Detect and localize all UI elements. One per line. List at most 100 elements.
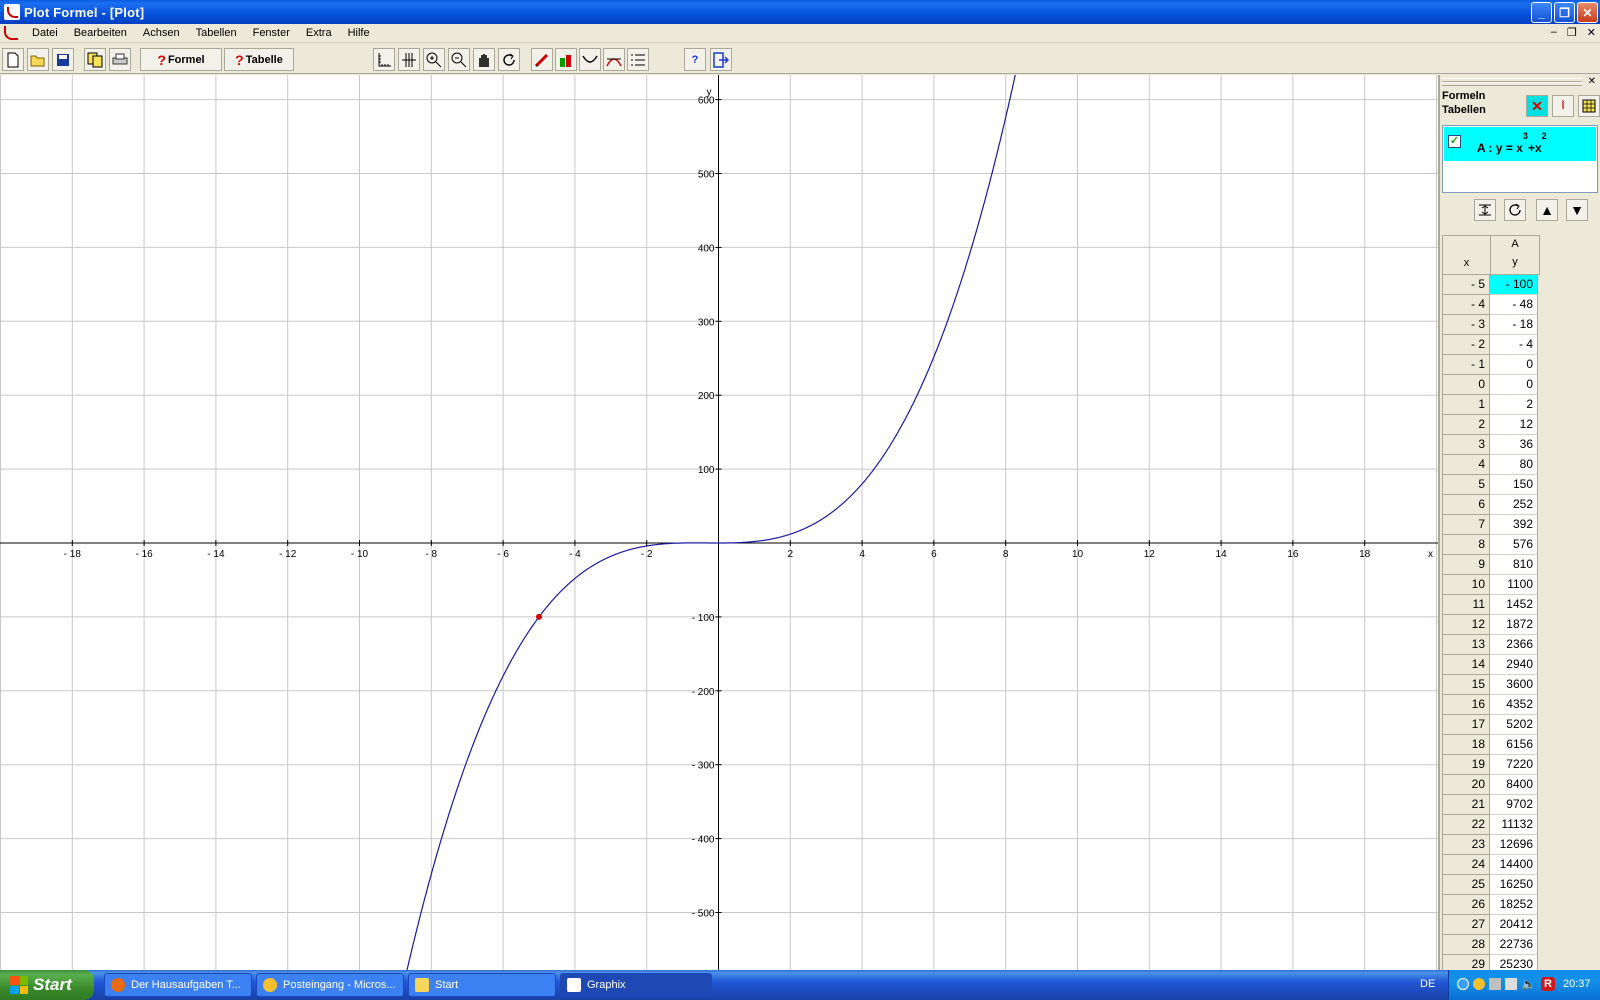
menu-extra[interactable]: Extra bbox=[298, 27, 340, 39]
cell-y[interactable]: 16250 bbox=[1490, 875, 1538, 895]
table-row[interactable]: 11 1452 bbox=[1442, 595, 1540, 615]
cell-y[interactable]: 36 bbox=[1490, 435, 1538, 455]
table-row[interactable]: - 2- 4 bbox=[1442, 335, 1540, 355]
task-start-folder[interactable]: Start bbox=[408, 973, 556, 997]
mdi-close-button[interactable]: ✕ bbox=[1587, 26, 1596, 39]
network-icon[interactable] bbox=[1457, 978, 1469, 990]
cell-x[interactable]: 9 bbox=[1442, 555, 1490, 575]
table-row[interactable]: 24 14400 bbox=[1442, 855, 1540, 875]
display-icon[interactable] bbox=[1505, 978, 1517, 990]
cell-y[interactable]: 1452 bbox=[1490, 595, 1538, 615]
cell-y[interactable]: 11132 bbox=[1490, 815, 1538, 835]
table-row[interactable]: 28 22736 bbox=[1442, 935, 1540, 955]
cell-x[interactable]: - 3 bbox=[1442, 315, 1490, 335]
table-row[interactable]: 27 20412 bbox=[1442, 915, 1540, 935]
cell-x[interactable]: 27 bbox=[1442, 915, 1490, 935]
table-row[interactable]: 22 11132 bbox=[1442, 815, 1540, 835]
bar-button[interactable] bbox=[555, 48, 577, 71]
exit-button[interactable] bbox=[710, 48, 732, 71]
cell-x[interactable]: 21 bbox=[1442, 795, 1490, 815]
messenger-icon[interactable] bbox=[1473, 978, 1485, 990]
table-view-button[interactable] bbox=[1578, 95, 1600, 117]
cell-y[interactable]: 150 bbox=[1490, 475, 1538, 495]
cell-x[interactable]: 12 bbox=[1442, 615, 1490, 635]
edit-formula-button[interactable]: ⦚ bbox=[1552, 95, 1574, 117]
refresh-button[interactable] bbox=[498, 48, 520, 71]
zoom-out-button[interactable] bbox=[448, 48, 470, 71]
open-button[interactable] bbox=[27, 48, 49, 71]
cell-y[interactable]: 12 bbox=[1490, 415, 1538, 435]
table-row[interactable]: - 5- 100 bbox=[1442, 275, 1540, 295]
cell-x[interactable]: - 5 bbox=[1442, 275, 1490, 295]
cell-y[interactable]: 7220 bbox=[1490, 755, 1538, 775]
cell-x[interactable]: 16 bbox=[1442, 695, 1490, 715]
table-row[interactable]: - 10 bbox=[1442, 355, 1540, 375]
cell-y[interactable]: - 48 bbox=[1490, 295, 1538, 315]
mdi-minimize-button[interactable]: – bbox=[1551, 26, 1557, 39]
cell-y[interactable]: 12696 bbox=[1490, 835, 1538, 855]
table-row[interactable]: 3 36 bbox=[1442, 435, 1540, 455]
cell-y[interactable]: 8400 bbox=[1490, 775, 1538, 795]
grid-button[interactable] bbox=[398, 48, 420, 71]
cell-y[interactable]: 392 bbox=[1490, 515, 1538, 535]
table-row[interactable]: 2 12 bbox=[1442, 415, 1540, 435]
cell-x[interactable]: 25 bbox=[1442, 875, 1490, 895]
mdi-restore-button[interactable]: ❐ bbox=[1567, 26, 1577, 39]
cell-x[interactable]: 8 bbox=[1442, 535, 1490, 555]
cell-y[interactable]: 252 bbox=[1490, 495, 1538, 515]
cell-x[interactable]: - 1 bbox=[1442, 355, 1490, 375]
cell-y[interactable]: 22736 bbox=[1490, 935, 1538, 955]
tabelle-button[interactable]: ? Tabelle bbox=[224, 48, 294, 71]
cell-y[interactable]: 576 bbox=[1490, 535, 1538, 555]
tangent-button[interactable] bbox=[603, 48, 625, 71]
cell-x[interactable]: 4 bbox=[1442, 455, 1490, 475]
table-row[interactable]: 16 4352 bbox=[1442, 695, 1540, 715]
cell-y[interactable]: 1872 bbox=[1490, 615, 1538, 635]
cell-y[interactable]: 14400 bbox=[1490, 855, 1538, 875]
print-button[interactable] bbox=[109, 48, 131, 71]
axes-button[interactable] bbox=[373, 48, 395, 71]
table-row[interactable]: 8 576 bbox=[1442, 535, 1540, 555]
table-row[interactable]: 13 2366 bbox=[1442, 635, 1540, 655]
cell-y[interactable]: 80 bbox=[1490, 455, 1538, 475]
formula-visible-checkbox[interactable]: ✓ bbox=[1448, 135, 1461, 148]
cell-x[interactable]: 14 bbox=[1442, 655, 1490, 675]
minimize-button[interactable]: _ bbox=[1531, 2, 1552, 23]
cell-x[interactable]: 7 bbox=[1442, 515, 1490, 535]
table-row[interactable]: 21 9702 bbox=[1442, 795, 1540, 815]
cell-y[interactable]: 2 bbox=[1490, 395, 1538, 415]
help-button[interactable]: ? bbox=[684, 48, 706, 71]
table-row[interactable]: - 4- 48 bbox=[1442, 295, 1540, 315]
table-row[interactable]: 7 392 bbox=[1442, 515, 1540, 535]
cell-x[interactable]: 23 bbox=[1442, 835, 1490, 855]
table-row[interactable]: 14 2940 bbox=[1442, 655, 1540, 675]
cell-x[interactable]: 1 bbox=[1442, 395, 1490, 415]
menu-bearbeiten[interactable]: Bearbeiten bbox=[66, 27, 135, 39]
move-down-button[interactable]: ▼ bbox=[1566, 199, 1588, 221]
table-row[interactable]: - 3- 18 bbox=[1442, 315, 1540, 335]
cell-y[interactable]: 20412 bbox=[1490, 915, 1538, 935]
panel-close-icon[interactable]: ✕ bbox=[1588, 76, 1596, 87]
cell-x[interactable]: 3 bbox=[1442, 435, 1490, 455]
menu-hilfe[interactable]: Hilfe bbox=[340, 27, 378, 39]
cell-y[interactable]: 9702 bbox=[1490, 795, 1538, 815]
table-row[interactable]: 12 bbox=[1442, 395, 1540, 415]
new-file-button[interactable] bbox=[2, 48, 24, 71]
cell-x[interactable]: 11 bbox=[1442, 595, 1490, 615]
cell-x[interactable]: 15 bbox=[1442, 675, 1490, 695]
delete-formula-button[interactable]: ✕ bbox=[1526, 95, 1548, 117]
cell-y[interactable]: 18252 bbox=[1490, 895, 1538, 915]
volume-icon[interactable]: 🔈 bbox=[1521, 977, 1536, 991]
plot-area[interactable]: - 18 - 16 - 14 - 12 - 10 - 8 - 6 - 4 - 2 2 4 6 8 10 12… bbox=[0, 75, 1438, 970]
draw-button[interactable] bbox=[531, 48, 553, 71]
function-plot[interactable]: - 18 - 16 - 14 - 12 - 10 - 8 - 6 - 4 - 2 2 4 6 8 10 12… bbox=[0, 75, 1438, 970]
formula-item-a[interactable]: ✓ A : y = x3+x2 bbox=[1444, 127, 1596, 161]
table-row[interactable]: 20 8400 bbox=[1442, 775, 1540, 795]
cell-x[interactable]: 24 bbox=[1442, 855, 1490, 875]
zoom-in-button[interactable] bbox=[423, 48, 445, 71]
table-row[interactable]: 15 3600 bbox=[1442, 675, 1540, 695]
cell-y[interactable]: 1100 bbox=[1490, 575, 1538, 595]
cell-y[interactable]: 0 bbox=[1490, 355, 1538, 375]
cell-x[interactable]: - 4 bbox=[1442, 295, 1490, 315]
cell-y[interactable]: 6156 bbox=[1490, 735, 1538, 755]
